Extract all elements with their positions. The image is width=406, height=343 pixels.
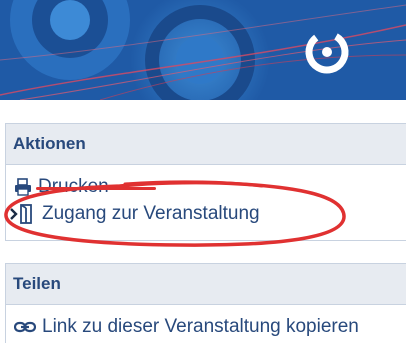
link-icon	[14, 320, 36, 334]
actions-panel-title: Aktionen	[6, 124, 406, 165]
event-access-link-label: Zugang zur Veranstaltung	[42, 203, 260, 224]
share-panel: Teilen Link zu dieser Veranstaltung kopi…	[5, 263, 406, 343]
event-access-link[interactable]: Zugang zur Veranstaltung	[10, 203, 260, 225]
print-strikethrough	[36, 187, 156, 190]
print-icon	[14, 178, 32, 196]
copy-event-link[interactable]: Link zu dieser Veranstaltung kopieren	[14, 316, 359, 338]
share-panel-title: Teilen	[6, 264, 406, 305]
banner-artwork	[0, 0, 406, 100]
door-enter-icon	[10, 204, 36, 224]
copy-event-link-label: Link zu dieser Veranstaltung kopieren	[42, 316, 359, 337]
actions-panel: Aktionen Drucken Zugang	[5, 123, 406, 241]
header-banner	[0, 0, 406, 100]
